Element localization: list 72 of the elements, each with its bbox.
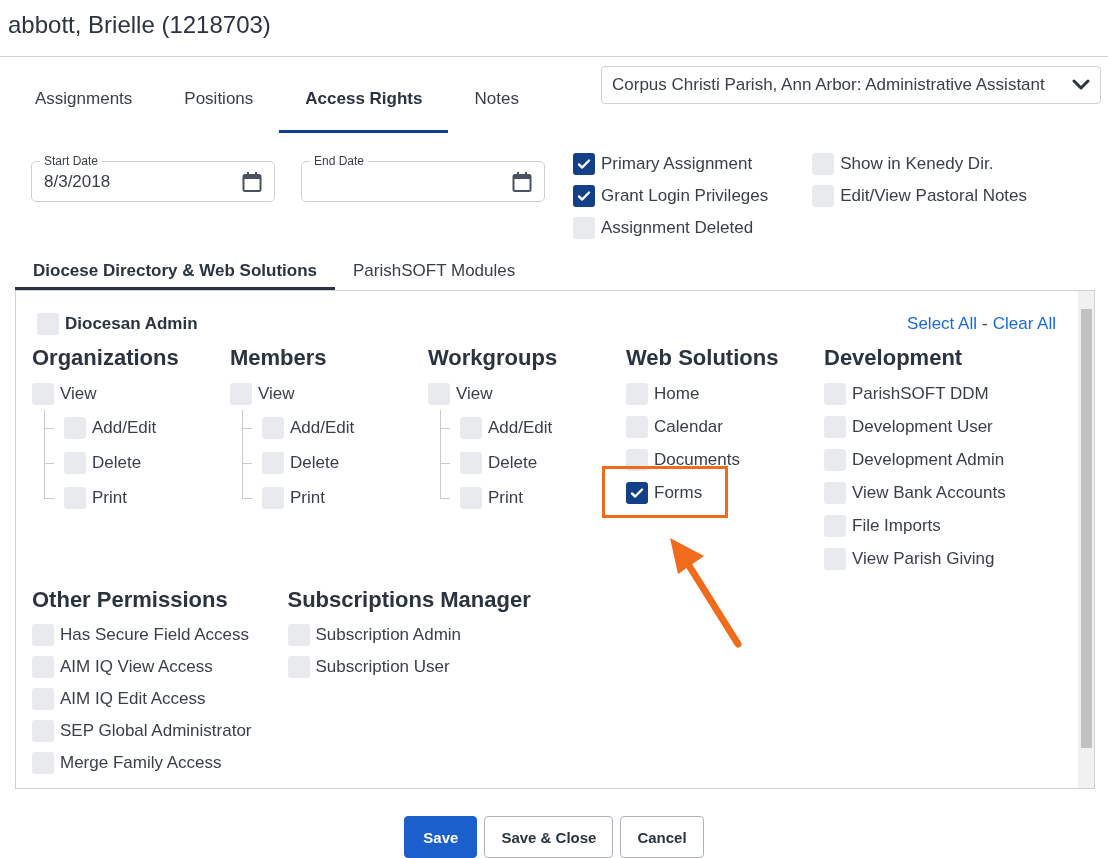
- checkbox-label: Diocesan Admin: [65, 314, 198, 334]
- checkbox-label: Assignment Deleted: [601, 218, 754, 238]
- checkbox-label: Development User: [852, 416, 993, 437]
- tab[interactable]: Notes: [448, 57, 545, 133]
- tab[interactable]: Access Rights: [279, 57, 449, 133]
- checkbox-label: Delete: [488, 452, 538, 473]
- tab[interactable]: Positions: [158, 57, 280, 133]
- checkbox-label: SEP Global Administrator: [60, 721, 252, 741]
- checkbox[interactable]: [573, 153, 595, 175]
- checkbox-label: Grant Login Privileges: [601, 186, 769, 206]
- checkbox-label: View: [258, 383, 295, 404]
- group-heading: Other Permissions: [32, 586, 229, 614]
- checkbox[interactable]: [626, 481, 648, 504]
- date-field[interactable]: End Date: [301, 154, 545, 202]
- link-separator: -: [982, 314, 988, 334]
- tab[interactable]: Assignments: [9, 57, 159, 133]
- check-icon: [630, 486, 644, 499]
- group-heading: Subscriptions Manager: [287, 586, 531, 614]
- field-value: 8/3/2018: [44, 171, 112, 192]
- checkbox-label: View Parish Giving: [852, 548, 995, 569]
- checkbox-label: File Imports: [852, 515, 941, 536]
- group-heading: Workgroups: [428, 344, 559, 372]
- checkbox-label: Add/Edit: [290, 417, 355, 438]
- tab[interactable]: Diocese Directory & Web Solutions: [15, 254, 336, 290]
- checkbox-label: Merge Family Access: [60, 753, 222, 773]
- scrollbar[interactable]: [1078, 291, 1094, 788]
- field-label: Start Date: [43, 154, 100, 168]
- checkbox-label: Print: [290, 487, 325, 508]
- checkbox-label: Print: [92, 487, 127, 508]
- check-icon: [577, 190, 591, 202]
- checkbox-label: Documents: [654, 449, 740, 470]
- checkbox-label: Add/Edit: [488, 417, 553, 438]
- clear-all-link[interactable]: Clear All: [992, 314, 1056, 334]
- checkbox-label: Delete: [92, 452, 142, 473]
- checkbox-label: ParishSOFT DDM: [852, 383, 989, 404]
- checkbox-label: Forms: [654, 482, 703, 503]
- checkbox-label: Calendar: [654, 416, 723, 437]
- checkbox-label: View: [456, 383, 493, 404]
- action-button[interactable]: Save: [404, 816, 478, 858]
- calendar-icon[interactable]: [242, 170, 262, 193]
- check-icon: [577, 158, 591, 170]
- checkbox-label: Add/Edit: [92, 417, 157, 438]
- dialog-title: abbott, Brielle (1218703): [0, 0, 1108, 57]
- action-button[interactable]: Save & Close: [484, 816, 614, 858]
- checkbox-label: View: [60, 383, 97, 404]
- calendar-icon[interactable]: [512, 170, 532, 193]
- checkbox-label: Print: [488, 487, 523, 508]
- field-label: End Date: [313, 154, 366, 168]
- checkbox-label: Edit/View Pastoral Notes: [840, 186, 1028, 206]
- group-heading: Organizations: [32, 344, 180, 372]
- checkbox-label: Primary Assignment: [601, 154, 753, 174]
- checkbox-label: Show in Kenedy Dir.: [840, 154, 994, 174]
- checkbox-label: Subscription Admin: [315, 625, 462, 645]
- group-heading: Web Solutions: [626, 344, 780, 372]
- checkbox-label: Delete: [290, 452, 340, 473]
- checkbox-label: Development Admin: [852, 449, 1005, 470]
- checkbox-label: View Bank Accounts: [852, 482, 1006, 503]
- action-button[interactable]: Cancel: [620, 816, 704, 858]
- checkbox-label: AIM IQ Edit Access: [60, 689, 206, 709]
- checkbox-label: AIM IQ View Access: [60, 657, 213, 677]
- tab[interactable]: ParishSOFT Modules: [335, 254, 534, 290]
- checkbox[interactable]: [573, 185, 595, 207]
- assignment-dropdown[interactable]: Corpus Christi Parish, Ann Arbor: Administrative Assistant: [601, 66, 1101, 104]
- checkbox-label: Home: [654, 383, 700, 404]
- checkbox-label: Has Secure Field Access: [60, 625, 249, 645]
- group-heading: Development: [824, 344, 964, 372]
- group-heading: Members: [230, 344, 328, 372]
- select-all-link[interactable]: Select All: [907, 314, 977, 334]
- dropdown-value: Corpus Christi Parish, Ann Arbor: Administrative Assistant: [612, 75, 1045, 95]
- chevron-down-icon: [1072, 79, 1090, 91]
- checkbox-label: Subscription User: [315, 657, 450, 677]
- date-field[interactable]: Start Date 8/3/2018: [31, 154, 275, 202]
